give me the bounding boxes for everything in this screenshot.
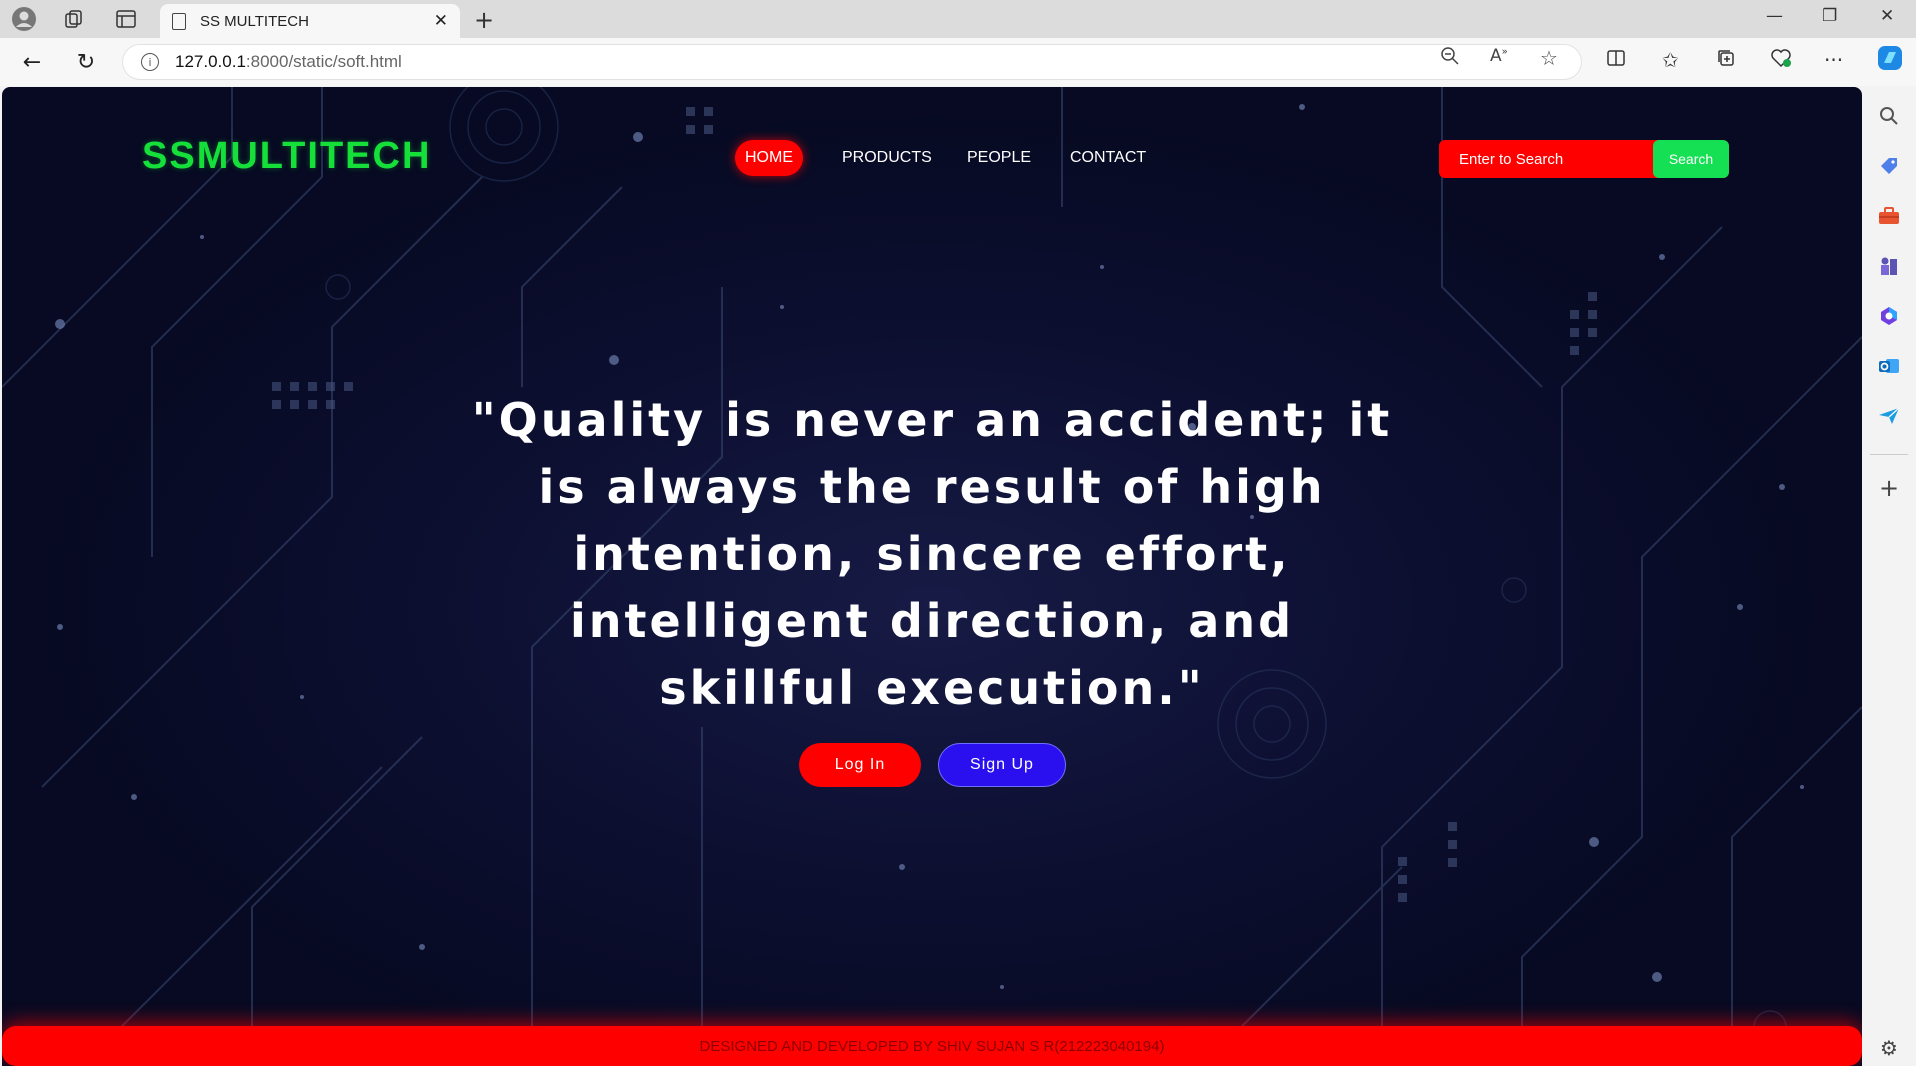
copilot-icon[interactable]: [1876, 44, 1904, 77]
zoom-out-icon[interactable]: [1440, 46, 1460, 71]
close-window-icon[interactable]: ✕: [1880, 6, 1894, 26]
browser-tab-bar: SS MULTITECH ✕ + — ❐ ✕: [0, 0, 1916, 38]
main-nav-people: PEOPLE: [957, 140, 1041, 176]
back-arrow-icon[interactable]: ←: [16, 46, 48, 78]
info-icon[interactable]: i: [141, 53, 159, 71]
browser-essentials-icon[interactable]: [1770, 48, 1792, 73]
document-icon: [172, 12, 186, 30]
url-host: 127.0.0.1: [175, 52, 246, 71]
minimize-icon[interactable]: —: [1766, 6, 1783, 26]
settings-icon[interactable]: ⚙: [1877, 1036, 1901, 1060]
restore-icon[interactable]: ❐: [1822, 6, 1837, 26]
main-nav-products: PRODUCTS: [832, 140, 942, 176]
nav-people[interactable]: PEOPLE: [957, 140, 1041, 176]
signup-button[interactable]: Sign Up: [938, 743, 1066, 787]
page-footer: DESIGNED AND DEVELOPED BY SHIV SUJAN S R…: [2, 1026, 1862, 1066]
search-icon[interactable]: [1877, 104, 1901, 128]
browser-sidebar: + ⚙: [1862, 86, 1916, 1066]
refresh-icon[interactable]: ↻: [70, 46, 102, 78]
browser-toolbar: ← ↻ i 127.0.0.1:8000/static/soft.html A»…: [0, 38, 1916, 86]
main-nav: HOME: [735, 140, 803, 176]
workspaces-icon[interactable]: [60, 5, 88, 33]
hero-quote: "Quality is never an accident; it is alw…: [471, 393, 1393, 715]
tab-actions-icon[interactable]: [112, 5, 140, 33]
nav-contact[interactable]: CONTACT: [1060, 140, 1156, 176]
shopping-tag-icon[interactable]: [1877, 154, 1901, 178]
toolbox-icon[interactable]: [1877, 204, 1901, 228]
more-options-icon[interactable]: ···: [1824, 48, 1843, 72]
main-nav-contact: CONTACT: [1060, 140, 1156, 176]
url-path: :8000/static/soft.html: [245, 52, 402, 71]
browser-tab[interactable]: SS MULTITECH ✕: [160, 4, 460, 38]
close-tab-icon[interactable]: ✕: [434, 11, 448, 31]
star-icon[interactable]: ☆: [1540, 46, 1558, 70]
collections-icon[interactable]: [1716, 48, 1736, 73]
add-icon[interactable]: +: [1877, 474, 1901, 502]
nav-products[interactable]: PRODUCTS: [832, 140, 942, 176]
search-input[interactable]: [1439, 150, 1645, 168]
address-bar[interactable]: i 127.0.0.1:8000/static/soft.html: [122, 44, 1582, 80]
microsoft365-icon[interactable]: [1877, 304, 1901, 328]
split-screen-icon[interactable]: [1606, 48, 1626, 73]
sidebar-divider: [1870, 454, 1908, 455]
tab-title: SS MULTITECH: [200, 12, 309, 30]
favorites-icon[interactable]: ✩: [1662, 48, 1679, 72]
site-logo[interactable]: SSMULTITECH: [142, 135, 431, 178]
new-tab-icon[interactable]: +: [474, 6, 494, 34]
page-viewport: SSMULTITECH HOME PRODUCTS PEOPLE CONTACT…: [2, 87, 1862, 1066]
search-box: Search: [1439, 140, 1729, 178]
login-button[interactable]: Log In: [799, 743, 921, 787]
outlook-icon[interactable]: [1877, 354, 1901, 378]
read-aloud-icon[interactable]: A»: [1490, 46, 1508, 66]
games-icon[interactable]: [1877, 254, 1901, 278]
send-icon[interactable]: [1877, 404, 1901, 428]
profile-icon[interactable]: [10, 5, 38, 33]
nav-home[interactable]: HOME: [735, 140, 803, 176]
search-button[interactable]: Search: [1653, 140, 1729, 178]
